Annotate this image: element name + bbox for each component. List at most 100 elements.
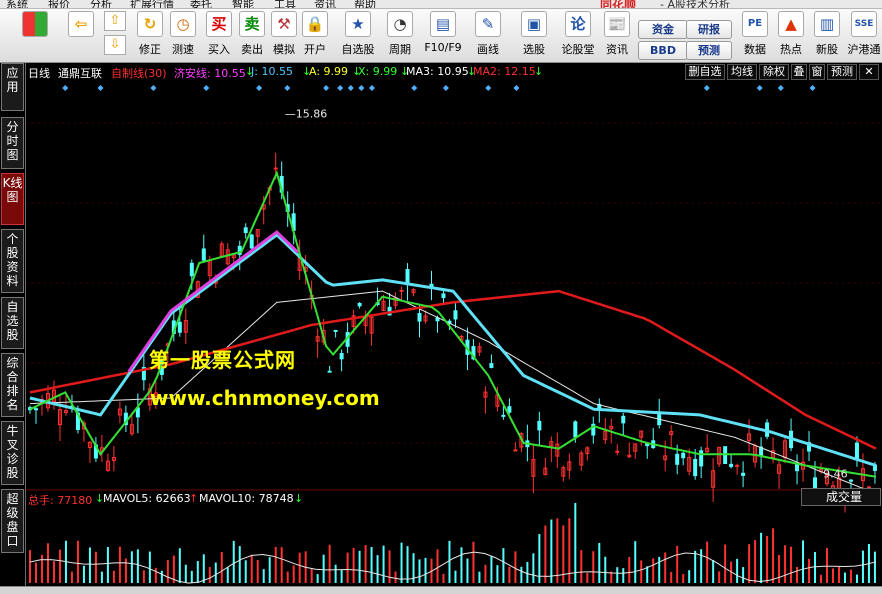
restore-button[interactable]: ↻ 修正 xyxy=(134,11,166,61)
volume-bar xyxy=(238,546,241,583)
overlay-button[interactable]: 叠 xyxy=(791,64,807,80)
menu-smart[interactable]: 智能 xyxy=(232,0,254,8)
candle-body xyxy=(848,479,853,482)
volume-bar xyxy=(448,540,451,583)
candle-body xyxy=(441,293,446,299)
draw-line-button[interactable]: ✎ 画线 xyxy=(470,11,506,61)
volume-bar xyxy=(328,544,331,583)
signal-diamond xyxy=(323,85,330,91)
hot-label: 热点 xyxy=(780,43,802,56)
hot-button[interactable]: ▲ 热点 xyxy=(776,11,806,61)
watchlist-button[interactable]: ★ 自选股 xyxy=(338,11,378,61)
remove-watchlist-button[interactable]: 删自选 xyxy=(685,64,725,80)
forecast-toggle-button[interactable]: 预测 xyxy=(827,64,857,80)
volume-bar xyxy=(646,566,649,583)
menu-help[interactable]: 帮助 xyxy=(354,0,376,8)
candle-body xyxy=(399,289,404,292)
volume-bar xyxy=(154,567,157,583)
candle-body xyxy=(681,452,686,459)
menu-system[interactable]: 系统 xyxy=(6,0,28,8)
volume-bar xyxy=(394,571,397,583)
volume-bar xyxy=(849,569,852,583)
low-price-label: 9.46 xyxy=(823,467,848,480)
volume-bar xyxy=(298,552,301,583)
tab-watchlist[interactable]: 自选股 xyxy=(1,297,24,349)
new-stock-button[interactable]: ▥ 新股 xyxy=(812,11,842,61)
ma-button[interactable]: 均线 xyxy=(727,64,757,80)
menu-extended-quote[interactable]: 扩展行情 xyxy=(130,0,174,8)
hk-connect-button[interactable]: SSE 沪港通 xyxy=(846,11,882,61)
volume-bar xyxy=(837,566,840,583)
volume-ma5-arrow: ↑ xyxy=(189,492,199,505)
new-stock-label: 新股 xyxy=(816,43,838,56)
tab-stock-info[interactable]: 个股资料 xyxy=(1,229,24,293)
candle-body xyxy=(501,414,506,417)
volume-bar xyxy=(280,547,283,583)
menu-trade[interactable]: 委托 xyxy=(190,0,212,8)
kline-chart-area[interactable]: —15.86 9.46 日线 通鼎互联 自制线(30) 济安线: 10.55 J:… xyxy=(26,63,882,586)
indicator-a: A: 9.99 xyxy=(309,65,349,78)
close-icon[interactable]: ✕ xyxy=(859,64,879,80)
volume-bar xyxy=(418,559,421,583)
tab-diagnosis[interactable]: 牛叉诊股 xyxy=(1,421,24,485)
bbd-button[interactable]: BBD xyxy=(638,41,688,60)
menu-quote[interactable]: 报价 xyxy=(48,0,70,8)
tab-intraday[interactable]: 分时图 xyxy=(1,117,24,169)
news-icon: 📰 xyxy=(604,11,630,37)
volume-bar xyxy=(370,547,373,583)
volume-bar xyxy=(466,558,469,583)
volume-bar xyxy=(640,560,643,583)
signal-diamond xyxy=(777,85,784,91)
fund-button[interactable]: 资金 xyxy=(638,20,688,39)
menu-news[interactable]: 资讯 xyxy=(314,0,336,8)
volume-bar xyxy=(586,572,589,583)
news-button[interactable]: 📰 资讯 xyxy=(602,11,632,61)
menu-tools[interactable]: 工具 xyxy=(274,0,296,8)
volume-bar xyxy=(88,547,91,583)
candle-body xyxy=(573,421,578,438)
volume-bar xyxy=(766,535,769,583)
volume-bar xyxy=(292,565,295,583)
period-indicator[interactable]: 日线 xyxy=(28,65,50,81)
f10-button[interactable]: ▤ F10/F9 xyxy=(422,11,464,61)
stock-select-button[interactable]: ▣ 选股 xyxy=(516,11,552,61)
hot-icon: ▲ xyxy=(778,11,804,37)
signal-diamond xyxy=(442,85,449,91)
sell-label: 卖出 xyxy=(241,43,263,56)
forum-button[interactable]: 论 论股堂 xyxy=(558,11,598,61)
open-account-button[interactable]: 🔒 开户 xyxy=(300,11,330,61)
volume-bar xyxy=(688,570,691,583)
volume-bar xyxy=(340,570,343,583)
ex-rights-button[interactable]: 除权 xyxy=(759,64,789,80)
speed-test-button[interactable]: ◷ 测速 xyxy=(168,11,198,61)
period-button[interactable]: ◔ 周期 xyxy=(382,11,418,61)
updown-button[interactable]: ⇧ ⇩ xyxy=(104,11,130,61)
menu-analysis[interactable]: 分析 xyxy=(90,0,112,8)
tab-ranking[interactable]: 综合排名 xyxy=(1,353,24,417)
research-button[interactable]: 研报 xyxy=(686,20,732,39)
grid-button[interactable] xyxy=(18,11,52,61)
tab-super-order[interactable]: 超级盘口 xyxy=(1,489,24,553)
window-button[interactable]: 窗 xyxy=(809,64,825,80)
tab-app[interactable]: 应用 xyxy=(1,63,24,111)
sell-button[interactable]: 卖 卖出 xyxy=(237,11,267,61)
forecast-button[interactable]: 预测 xyxy=(686,41,732,60)
back-button[interactable]: ⇦ xyxy=(64,11,98,61)
data-label: 数据 xyxy=(744,43,766,56)
candle-body xyxy=(507,406,512,413)
signal-diamond xyxy=(358,85,365,91)
f10-icon: ▤ xyxy=(430,11,456,37)
candle-body xyxy=(615,450,620,453)
simulate-button[interactable]: ⚒ 模拟 xyxy=(269,11,299,61)
indicator-ma3: MA3: 10.95 xyxy=(406,65,469,78)
volume-selector[interactable]: 成交量 xyxy=(801,488,881,506)
volume-bar xyxy=(220,551,223,583)
volume-bar xyxy=(502,548,505,583)
data-button[interactable]: PE 数据 xyxy=(740,11,770,61)
volume-bar xyxy=(748,544,751,583)
volume-bar xyxy=(796,566,799,583)
restore-label: 修正 xyxy=(139,43,161,56)
toolbar: ⇦ ⇧ ⇩ ↻ 修正 ◷ 测速 买 买入 卖 卖出 ⚒ 模拟 🔒 开户 ★ 自选… xyxy=(0,9,882,63)
buy-button[interactable]: 买 买入 xyxy=(204,11,234,61)
tab-kline[interactable]: K线图 xyxy=(1,173,24,225)
